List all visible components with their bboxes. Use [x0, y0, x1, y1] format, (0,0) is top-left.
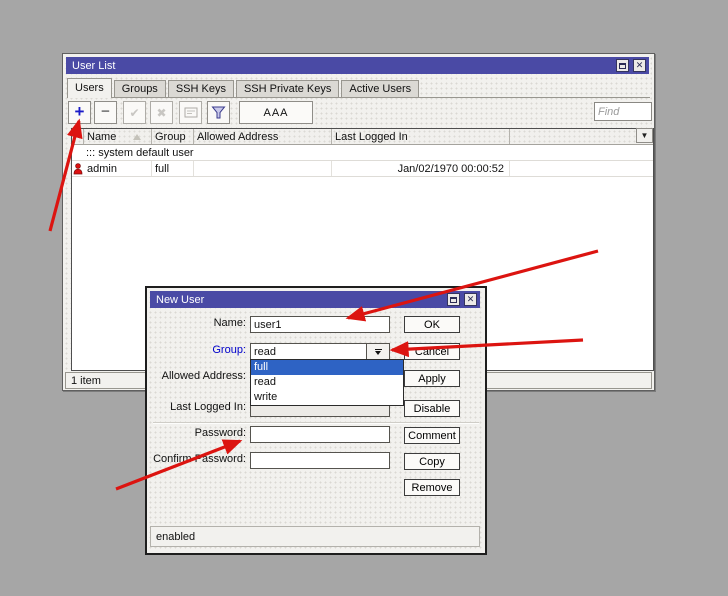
maximize-icon — [450, 297, 457, 303]
comment-text: ::: system default user — [86, 147, 194, 159]
close-icon: ✕ — [467, 295, 475, 304]
window-title: User List — [72, 60, 115, 72]
column-selector-button[interactable]: ▼ — [636, 128, 653, 143]
group-combo-field[interactable]: read — [250, 343, 367, 360]
dropdown-option-full[interactable]: full — [251, 360, 403, 375]
maximize-icon — [619, 63, 626, 69]
aaa-button-label: AAA — [263, 107, 288, 119]
copy-button[interactable]: Copy — [404, 453, 460, 470]
combo-dropdown-icon — [375, 349, 382, 350]
cell-name: admin — [84, 161, 152, 176]
note-card-icon — [184, 107, 198, 118]
dropdown-option-write[interactable]: write — [251, 390, 403, 405]
comment-row[interactable]: ::: system default user — [72, 145, 653, 161]
allowed-address-label: Allowed Address: — [162, 370, 246, 382]
sort-ascending-icon — [133, 134, 141, 140]
chevron-down-icon: ▼ — [641, 131, 649, 140]
tab-groups[interactable]: Groups — [114, 80, 166, 97]
tab-active-users[interactable]: Active Users — [341, 80, 419, 97]
new-user-titlebar[interactable]: New User ✕ — [150, 291, 480, 308]
maximize-button[interactable] — [616, 59, 629, 72]
check-icon: ✔ — [129, 107, 139, 119]
remove-button[interactable]: Remove — [404, 479, 460, 496]
confirm-password-field[interactable] — [250, 452, 390, 469]
password-label: Password: — [195, 427, 246, 439]
dropdown-option-read[interactable]: read — [251, 375, 403, 390]
enabled-status: enabled — [156, 531, 195, 543]
name-label: Name: — [214, 317, 246, 329]
header-empty — [510, 129, 653, 144]
disable-button[interactable]: Disable — [404, 400, 460, 417]
dialog-maximize-button[interactable] — [447, 293, 460, 306]
header-name-label: Name — [87, 131, 116, 143]
header-last-logged-in[interactable]: Last Logged In — [332, 129, 510, 144]
header-allowed-address[interactable]: Allowed Address — [194, 129, 332, 144]
comment-button[interactable]: Comment — [404, 427, 460, 444]
ok-button[interactable]: OK — [404, 316, 460, 333]
table-row-admin[interactable]: admin full Jan/02/1970 00:00:52 — [72, 161, 653, 177]
table-header: Name Group Allowed Address Last Logged I… — [72, 129, 653, 145]
add-icon: + — [75, 103, 85, 120]
add-button[interactable]: + — [68, 101, 91, 124]
remove-button[interactable]: − — [94, 101, 117, 124]
last-logged-in-label: Last Logged In: — [170, 401, 246, 413]
comment-button[interactable] — [179, 101, 202, 124]
enable-button[interactable]: ✔ — [123, 101, 146, 124]
tab-users[interactable]: Users — [67, 78, 112, 98]
dialog-status-bar: enabled — [150, 526, 480, 547]
separator — [153, 422, 479, 424]
new-user-dialog: New User ✕ Name: Group: Allowed Address:… — [145, 286, 487, 555]
close-icon: ✕ — [636, 61, 644, 70]
cell-last-logged-in: Jan/02/1970 00:00:52 — [332, 161, 510, 176]
close-button[interactable]: ✕ — [633, 59, 646, 72]
user-icon — [73, 163, 83, 175]
name-field[interactable] — [250, 316, 390, 333]
funnel-icon — [211, 106, 226, 119]
confirm-password-label: Confirm Password: — [153, 453, 246, 465]
tab-ssh-private-keys[interactable]: SSH Private Keys — [236, 80, 339, 97]
find-input[interactable] — [594, 102, 652, 121]
group-label: Group: — [212, 344, 246, 356]
dialog-close-button[interactable]: ✕ — [464, 293, 477, 306]
group-combo-dropdown-button[interactable] — [366, 343, 390, 360]
aaa-button[interactable]: AAA — [239, 101, 313, 124]
header-icon-column[interactable] — [72, 129, 84, 144]
header-group[interactable]: Group — [152, 129, 194, 144]
remove-icon: − — [101, 104, 110, 119]
header-name[interactable]: Name — [84, 129, 152, 144]
item-count: 1 item — [71, 375, 101, 387]
dialog-title: New User — [156, 294, 204, 306]
disable-button[interactable]: ✖ — [150, 101, 173, 124]
password-field[interactable] — [250, 426, 390, 443]
apply-button[interactable]: Apply — [404, 370, 460, 387]
cell-group: full — [152, 161, 194, 176]
cancel-button[interactable]: Cancel — [404, 343, 460, 360]
tab-ssh-keys[interactable]: SSH Keys — [168, 80, 234, 97]
tab-strip: Users Groups SSH Keys SSH Private Keys A… — [67, 76, 650, 98]
cell-allowed-address — [194, 161, 332, 176]
filter-button[interactable] — [207, 101, 230, 124]
cross-icon: ✖ — [156, 107, 166, 119]
group-dropdown-list: full read write — [250, 359, 404, 406]
user-list-titlebar[interactable]: User List ✕ — [66, 57, 649, 74]
